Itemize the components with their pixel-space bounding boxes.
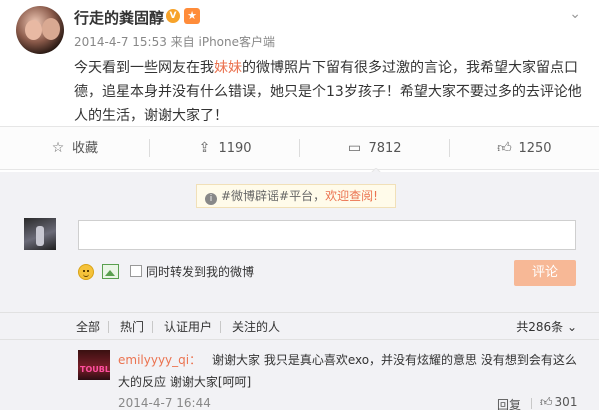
filter-verified[interactable]: 认证用户 xyxy=(164,313,212,341)
avatar-figure xyxy=(36,226,44,246)
filter-following[interactable]: 关注的人 xyxy=(232,313,280,341)
comment-like-count: 301 xyxy=(554,395,578,409)
comment-action-divider xyxy=(531,398,532,409)
action-bar: ☆ 收藏 ⇪ 1190 ▭ 7812 👍︎ 1250 xyxy=(0,126,599,174)
forward-button[interactable]: ⇪ 1190 xyxy=(150,127,298,169)
comment-like-button[interactable]: 👍︎ 301 xyxy=(540,395,577,410)
like-button[interactable]: 👍︎ 1250 xyxy=(450,127,598,169)
notice-text: #微博辟谣#平台， xyxy=(221,189,326,203)
author-name[interactable]: 行走的粪固醇 xyxy=(74,7,164,28)
repost-checkbox[interactable] xyxy=(130,265,142,277)
post-content-start: 今天看到一些网友在我 xyxy=(74,60,214,76)
forward-icon: ⇪ xyxy=(198,140,211,156)
notice-link[interactable]: 欢迎查阅! xyxy=(325,189,378,203)
post-header: 行走的粪固醇 V ★ 2014-4-7 15:53 来自 iPhone客户端 ⌄ xyxy=(0,0,599,58)
avatar-logo-text: TOUBL xyxy=(80,365,110,374)
image-upload-icon[interactable] xyxy=(102,264,119,279)
comment-icon: ▭ xyxy=(347,140,362,156)
thumbs-up-icon: 👍︎ xyxy=(540,395,553,409)
filter-hot[interactable]: 热门 xyxy=(120,313,144,341)
commenter-avatar[interactable]: TOUBL xyxy=(78,350,110,380)
chevron-down-icon: ⌄ xyxy=(566,320,577,334)
comment-filters: 全部 热门 认证用户 关注的人 共286条 ⌄ xyxy=(0,312,599,340)
post-content-highlight[interactable]: 妹妹 xyxy=(214,60,242,76)
emoji-icon[interactable] xyxy=(78,264,94,280)
favorite-button[interactable]: ☆ 收藏 xyxy=(0,127,148,169)
comment-total-label: 共286条 xyxy=(516,320,564,334)
comment-time: 2014-4-7 16:44 xyxy=(118,396,211,410)
comments-panel: i #微博辟谣#平台，欢迎查阅! 同时转发到我的微博 评论 全部 热门 认证用户 … xyxy=(0,172,599,410)
comment-count: 7812 xyxy=(368,141,402,156)
filter-divider xyxy=(152,321,153,333)
avatar-face-right xyxy=(42,18,60,40)
reply-button[interactable]: 回复 xyxy=(497,396,521,410)
like-count: 1250 xyxy=(518,141,552,156)
filter-divider xyxy=(108,321,109,333)
forward-count: 1190 xyxy=(218,141,252,156)
rumor-notice: i #微博辟谣#平台，欢迎查阅! xyxy=(196,184,396,208)
verified-badge-icon: V xyxy=(166,9,180,23)
comment-input[interactable] xyxy=(78,220,576,250)
star-icon: ☆ xyxy=(51,140,65,156)
post-meta: 2014-4-7 15:53 来自 iPhone客户端 xyxy=(74,35,276,49)
thumbs-up-icon: 👍︎ xyxy=(497,140,512,156)
chevron-down-icon[interactable]: ⌄ xyxy=(569,6,581,22)
repost-label[interactable]: 同时转发到我的微博 xyxy=(146,263,254,280)
filter-divider xyxy=(220,321,221,333)
filter-all[interactable]: 全部 xyxy=(76,313,100,341)
commenter-name[interactable]: emilyyyy_qi： xyxy=(118,351,201,368)
comment-total[interactable]: 共286条 ⌄ xyxy=(516,313,577,341)
post-content: 今天看到一些网友在我妹妹的微博照片下留有很多过激的言论，我希望大家留点口德，追星… xyxy=(74,56,586,128)
avatar-face-left xyxy=(25,20,42,40)
member-badge-icon[interactable]: ★ xyxy=(184,8,200,24)
info-icon: i xyxy=(205,193,217,205)
submit-comment-button[interactable]: 评论 xyxy=(514,260,576,286)
favorite-label: 收藏 xyxy=(71,141,98,156)
current-user-avatar[interactable] xyxy=(24,218,56,250)
author-avatar[interactable] xyxy=(16,6,64,54)
comment-button[interactable]: ▭ 7812 xyxy=(300,127,448,169)
